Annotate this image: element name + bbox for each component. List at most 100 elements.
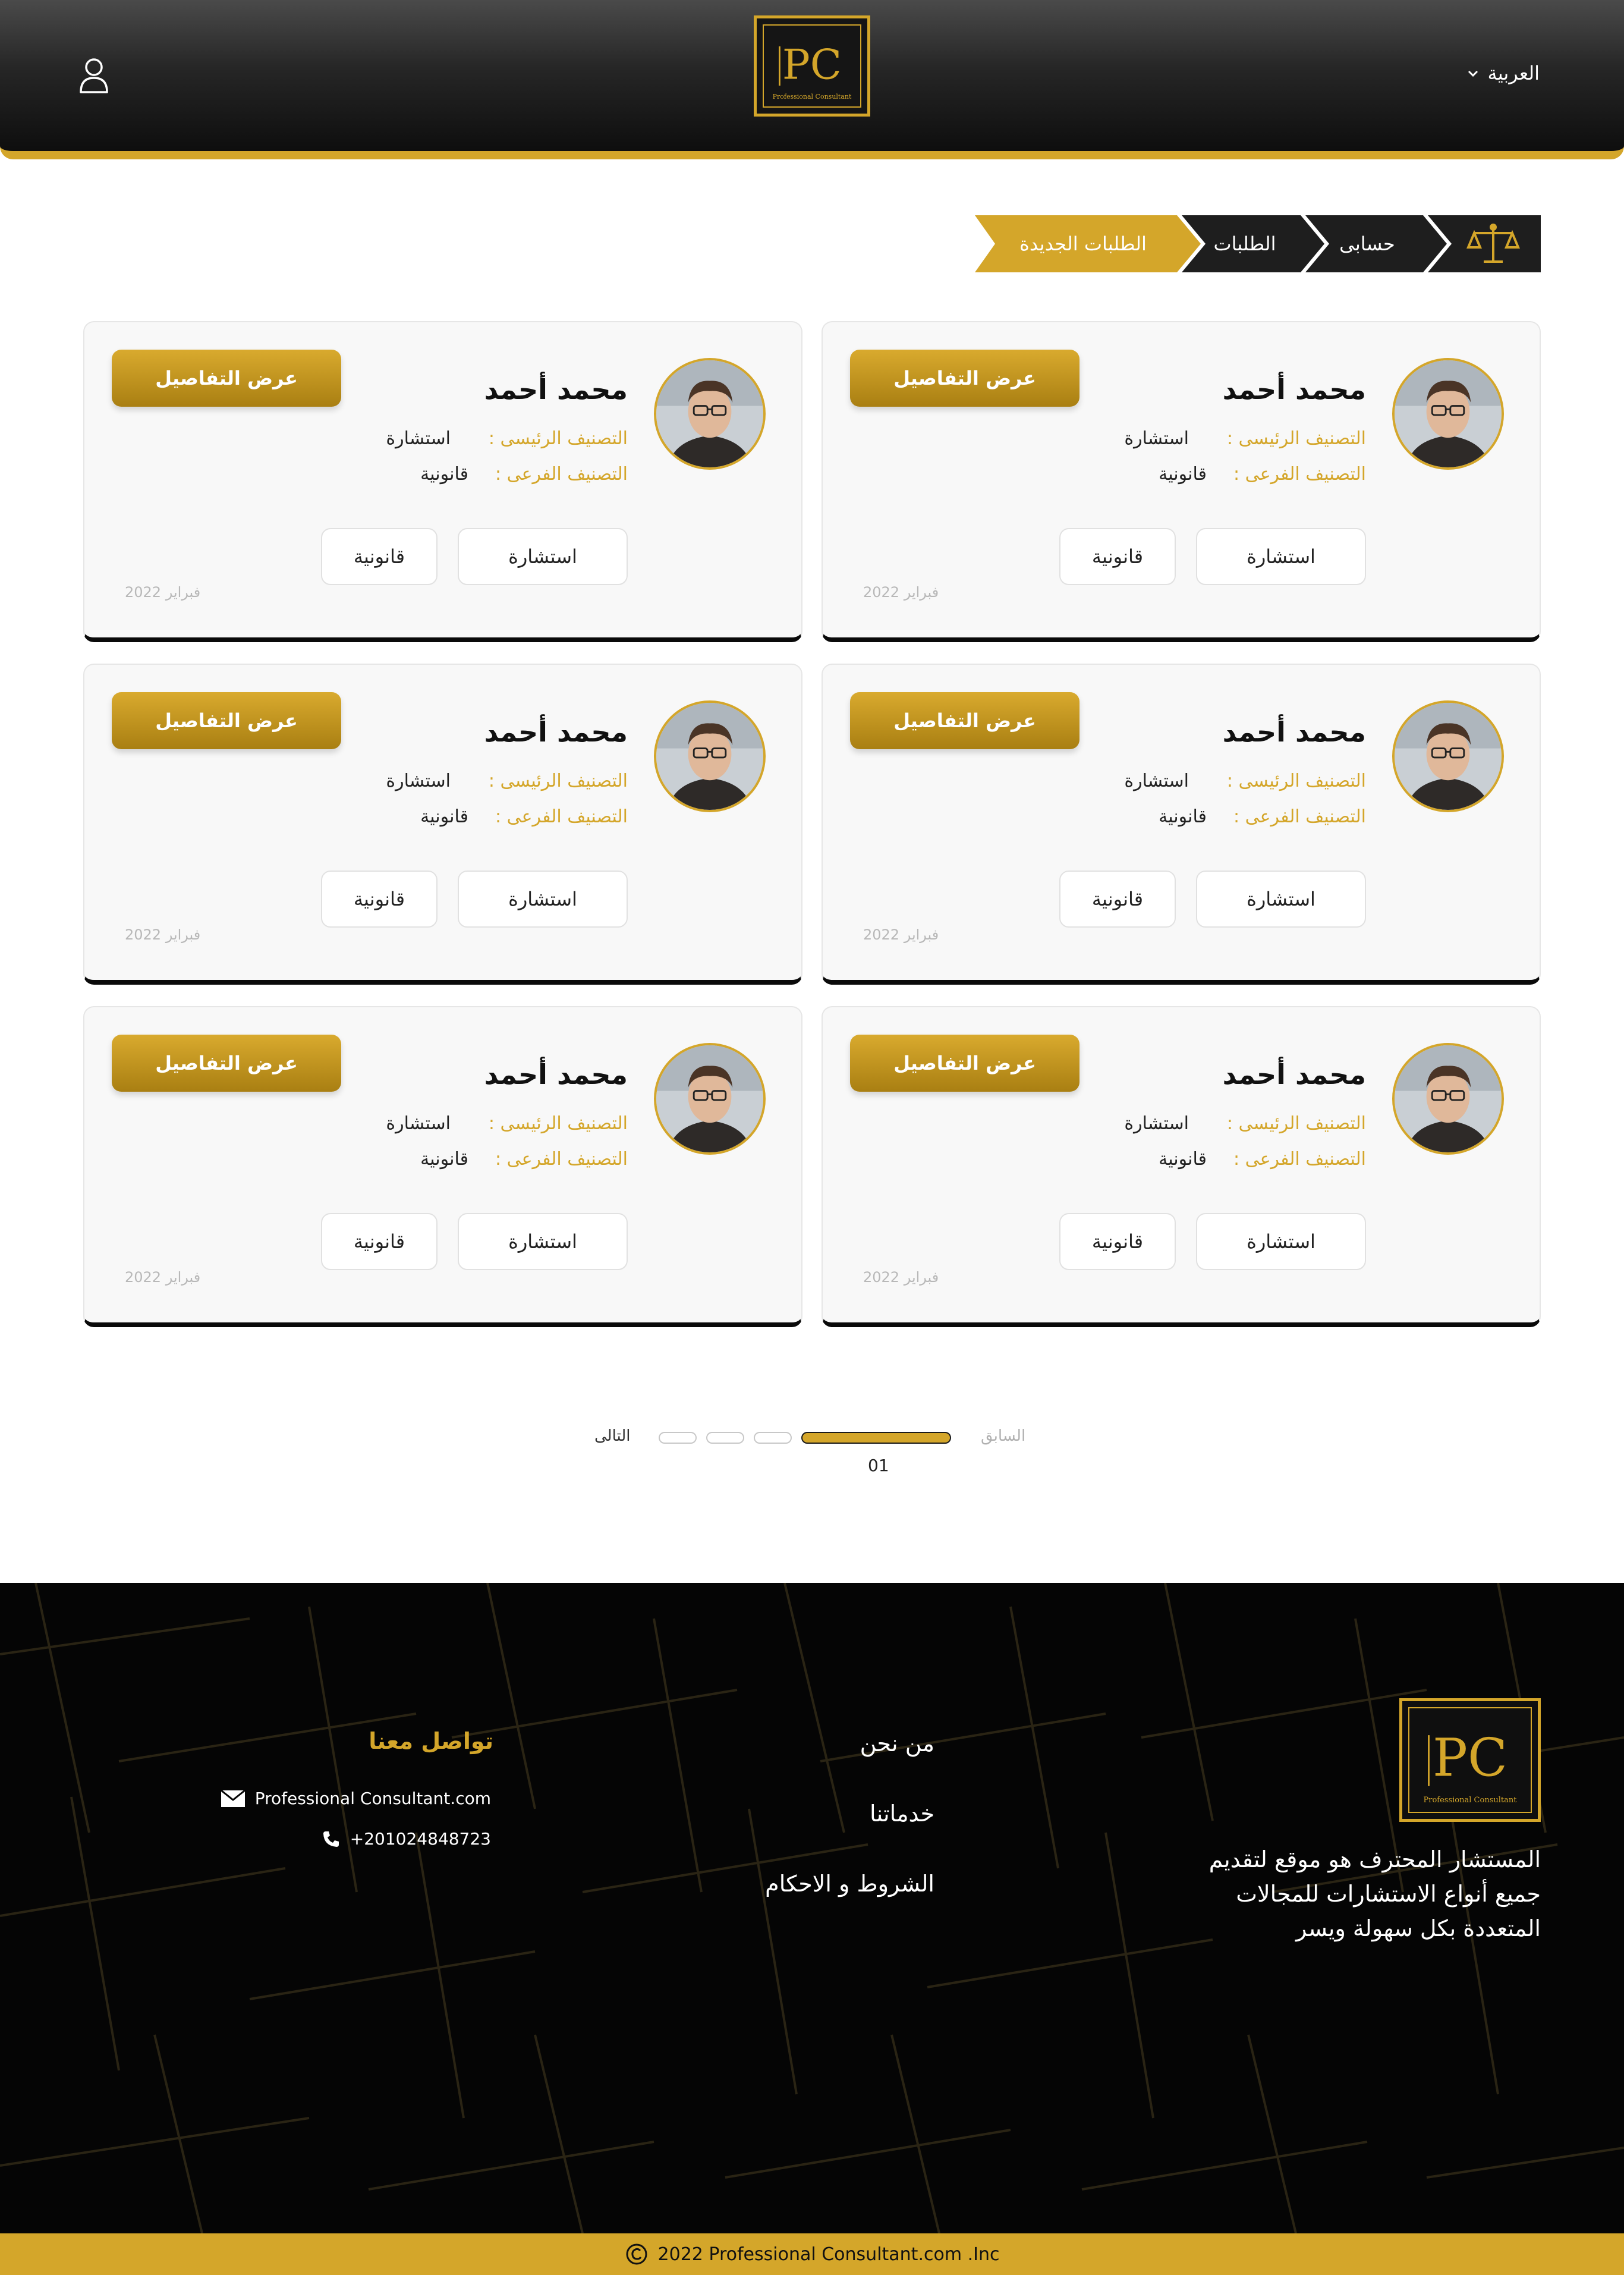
svg-text:PC: PC [782,41,842,89]
chevron-down-icon [1468,70,1478,77]
sub-category-value: قانونية [1159,1149,1207,1170]
tag-chip[interactable]: قانونية [321,528,438,585]
logo-tagline: Professional Consultant [772,93,852,100]
pagination-dot[interactable] [706,1432,744,1444]
svg-text:PC: PC [1433,1728,1507,1789]
footer-about: المستشار المحترف هو موقع لتقديم جميع أنو… [1208,1846,1541,1941]
tag-chip[interactable]: استشارة [1196,1213,1366,1270]
order-card: محمد أحمد التصنيف الرئيسى : استشارة التص… [822,321,1541,642]
sub-category-value: قانونية [420,464,468,485]
view-details-button[interactable]: عرض التفاصيل [112,350,341,407]
header-logo[interactable]: PC Professional Consultant [754,15,870,117]
footer-logo-tagline: Professional Consultant [1423,1796,1517,1805]
breadcrumb-new-orders[interactable]: الطلبات الجديدة [989,215,1177,272]
main-category-label: التصنيف الرئيسى : [1226,771,1366,791]
main-category-label: التصنيف الرئيسى : [1226,1113,1366,1134]
language-label: العربية [1487,62,1540,84]
sub-category-label: التصنيف الفرعى : [1233,806,1366,827]
tag-chip[interactable]: استشارة [1196,528,1366,585]
contact-phone-text: +201024848723 [350,1829,491,1849]
main-category-value: استشارة [386,771,451,791]
tag-chip[interactable]: قانونية [1059,528,1176,585]
tag-chip[interactable]: قانونية [321,871,438,928]
client-name: محمد أحمد [484,716,628,748]
main-category-value: استشارة [1124,428,1189,449]
pagination-current-page: 01 [868,1456,889,1475]
copyright-bar: 2022 Professional Consultant.com .Inc [0,2233,1624,2275]
phone-icon [323,1831,339,1847]
breadcrumb-account[interactable]: حسابى [1311,215,1423,272]
sub-category-label: التصنيف الفرعى : [495,464,628,485]
view-details-button[interactable]: عرض التفاصيل [850,692,1079,749]
pagination-prev[interactable]: السابق [981,1427,1025,1445]
avatar[interactable] [654,358,766,470]
order-card: محمد أحمد التصنيف الرئيسى : استشارة التص… [822,664,1541,985]
contact-title: تواصل معنا [369,1728,493,1754]
sub-category-value: قانونية [420,1149,468,1170]
main-category-label: التصنيف الرئيسى : [488,1113,628,1134]
footer-logo[interactable]: PC Professional Consultant [1399,1698,1541,1822]
mail-icon [220,1789,246,1807]
breadcrumb: حسابى الطلبات الطلبات الجديدة [975,215,1541,272]
sub-category-value: قانونية [420,806,468,827]
order-card: محمد أحمد التصنيف الرئيسى : استشارة التص… [822,1006,1541,1327]
pagination-dot[interactable] [754,1432,792,1444]
user-icon[interactable] [77,56,111,95]
main-category-label: التصنيف الرئيسى : [488,771,628,791]
order-date: فبراير 2022 [863,926,939,943]
breadcrumb-orders[interactable]: الطلبات [1189,215,1301,272]
client-name: محمد أحمد [1222,1058,1366,1091]
client-name: محمد أحمد [1222,716,1366,748]
avatar[interactable] [1392,358,1504,470]
client-name: محمد أحمد [484,373,628,406]
avatar[interactable] [1392,700,1504,812]
order-date: فبراير 2022 [125,584,201,601]
contact-email-text: Professional Consultant.com [254,1789,491,1808]
pagination-dot-active[interactable] [801,1432,951,1444]
tag-chip[interactable]: قانونية [1059,1213,1176,1270]
sub-category-label: التصنيف الفرعى : [1233,464,1366,485]
top-header: PC Professional Consultant العربية [0,0,1624,159]
tag-chip[interactable]: استشارة [458,528,628,585]
pagination-dot[interactable] [659,1432,697,1444]
tag-chip[interactable]: استشارة [458,1213,628,1270]
footer-link-about[interactable]: من نحن [860,1730,934,1756]
main-category-value: استشارة [1124,771,1189,791]
sub-category-label: التصنيف الفرعى : [495,1149,628,1170]
view-details-button[interactable]: عرض التفاصيل [850,350,1079,407]
sub-category-label: التصنيف الفرعى : [1233,1149,1366,1170]
language-selector[interactable]: العربية [1466,62,1540,84]
order-card: محمد أحمد التصنيف الرئيسى : استشارة التص… [83,321,802,642]
copyright-text: 2022 Professional Consultant.com .Inc [657,2243,1000,2265]
tag-chip[interactable]: قانونية [1059,871,1176,928]
client-name: محمد أحمد [1222,373,1366,406]
avatar[interactable] [654,1043,766,1155]
main-category-label: التصنيف الرئيسى : [488,428,628,449]
tag-chip[interactable]: استشارة [458,871,628,928]
view-details-button[interactable]: عرض التفاصيل [850,1035,1079,1092]
main-category-value: استشارة [386,1113,451,1134]
order-date: فبراير 2022 [863,1269,939,1286]
order-date: فبراير 2022 [863,584,939,601]
avatar[interactable] [1392,1043,1504,1155]
main-category-label: التصنيف الرئيسى : [1226,428,1366,449]
main-category-value: استشارة [1124,1113,1189,1134]
contact-phone[interactable]: +201024848723 [322,1829,491,1849]
footer-link-terms[interactable]: الشروط و الاحكام [765,1871,934,1897]
avatar[interactable] [654,700,766,812]
view-details-button[interactable]: عرض التفاصيل [112,1035,341,1092]
contact-email[interactable]: Professional Consultant.com [220,1789,491,1808]
tag-chip[interactable]: استشارة [1196,871,1366,928]
sub-category-label: التصنيف الفرعى : [495,806,628,827]
view-details-button[interactable]: عرض التفاصيل [112,692,341,749]
tag-chip[interactable]: قانونية [321,1213,438,1270]
footer-link-services[interactable]: خدماتنا [870,1800,934,1827]
client-name: محمد أحمد [484,1058,628,1091]
order-card: محمد أحمد التصنيف الرئيسى : استشارة التص… [83,664,802,985]
order-card: محمد أحمد التصنيف الرئيسى : استشارة التص… [83,1006,802,1327]
pagination-next[interactable]: التالى [594,1427,631,1445]
sub-category-value: قانونية [1159,806,1207,827]
sub-category-value: قانونية [1159,464,1207,485]
order-date: فبراير 2022 [125,1269,201,1286]
order-date: فبراير 2022 [125,926,201,943]
